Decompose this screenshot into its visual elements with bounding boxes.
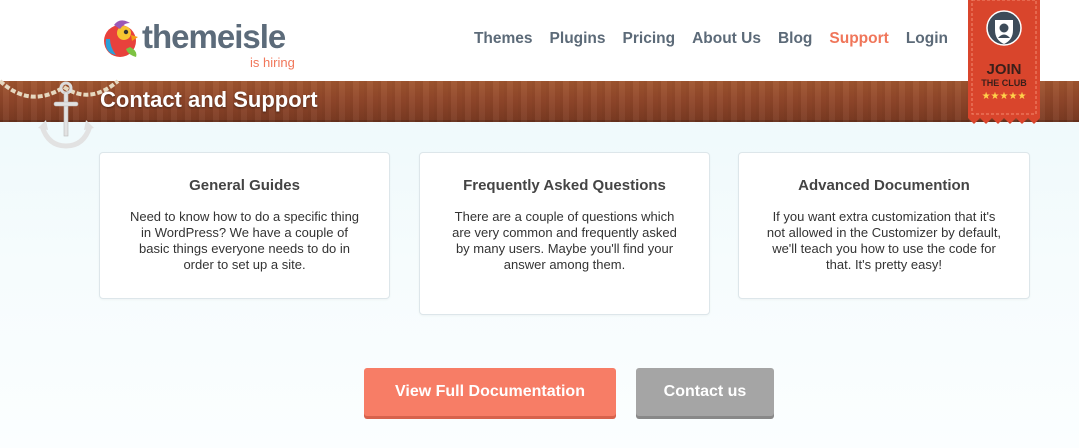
site-header: themeisle is hiring Themes Plugins Prici… xyxy=(0,0,1079,81)
card-text: Need to know how to do a specific thing … xyxy=(129,209,360,272)
nav-login[interactable]: Login xyxy=(906,30,948,48)
nav-themes[interactable]: Themes xyxy=(474,30,533,48)
contact-us-button[interactable]: Contact us xyxy=(636,368,774,416)
card-text: If you want extra customization that it'… xyxy=(766,209,1002,272)
logo-wordmark: themeisle xyxy=(142,18,286,55)
card-text: There are a couple of questions which ar… xyxy=(452,209,677,272)
ribbon-join-text: JOIN xyxy=(986,61,1022,78)
nav-pricing[interactable]: Pricing xyxy=(623,30,676,48)
nav-about-us[interactable]: About Us xyxy=(692,30,761,48)
nav-blog[interactable]: Blog xyxy=(778,30,812,48)
card-title: General Guides xyxy=(189,177,300,194)
main-nav: Themes Plugins Pricing About Us Blog Sup… xyxy=(474,30,948,48)
advanced-documentation-card[interactable]: Advanced Documention If you want extra c… xyxy=(738,152,1030,299)
hiring-link[interactable]: is hiring xyxy=(250,55,295,70)
nav-support[interactable]: Support xyxy=(829,30,888,48)
general-guides-card[interactable]: General Guides Need to know how to do a … xyxy=(99,152,390,299)
faq-card[interactable]: Frequently Asked Questions There are a c… xyxy=(419,152,710,315)
page-title: Contact and Support xyxy=(100,87,318,112)
card-title: Advanced Documention xyxy=(798,177,970,194)
view-full-documentation-button[interactable]: View Full Documentation xyxy=(364,368,616,416)
anchor-icon xyxy=(38,81,94,149)
join-club-ribbon[interactable]: JOIN THE CLUB ★★★★★ xyxy=(968,0,1040,126)
parrot-logo-icon xyxy=(104,20,138,57)
ribbon-stars: ★★★★★ xyxy=(981,91,1027,102)
nav-plugins[interactable]: Plugins xyxy=(550,30,606,48)
ribbon-club-text: THE CLUB xyxy=(981,78,1027,88)
themeisle-logo[interactable]: themeisle is hiring xyxy=(100,15,320,71)
card-title: Frequently Asked Questions xyxy=(463,177,666,194)
